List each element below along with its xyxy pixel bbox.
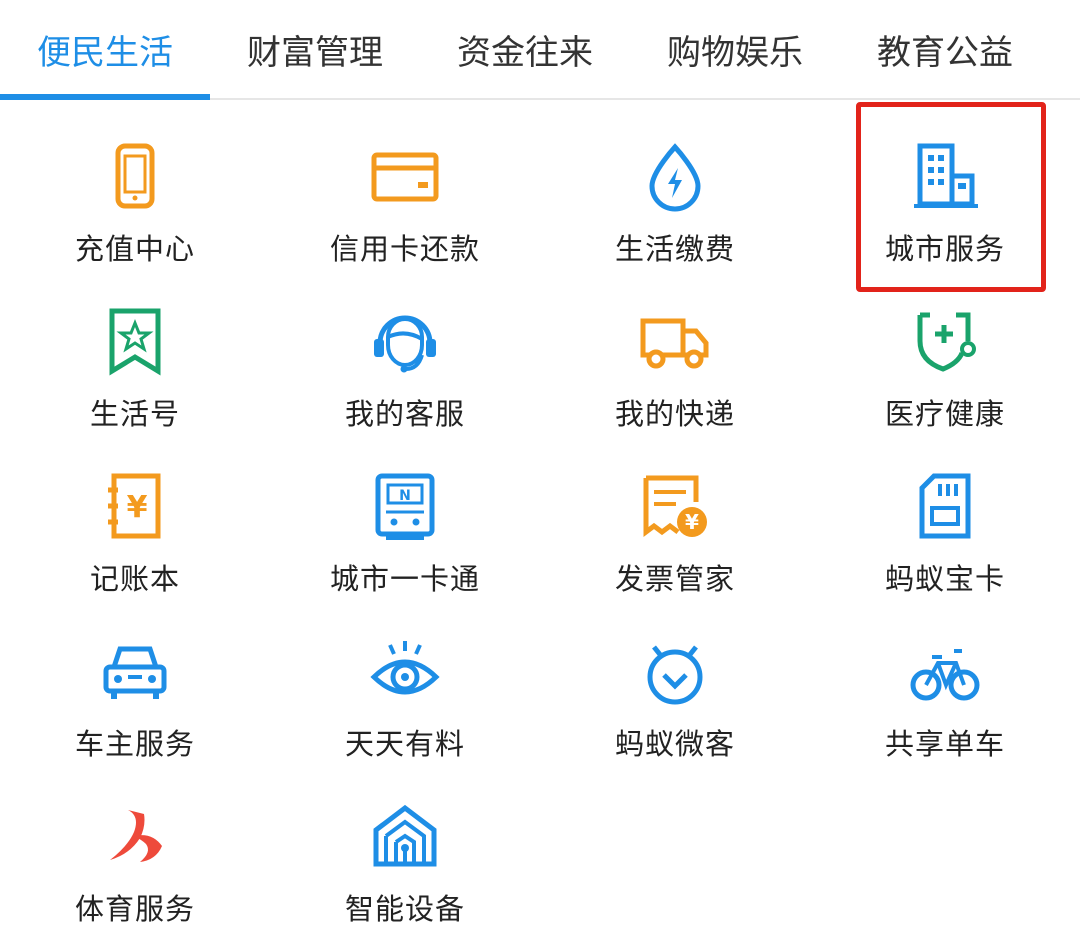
- svg-text:N: N: [399, 488, 411, 504]
- service-my-express[interactable]: 我的快递: [540, 307, 810, 457]
- service-account-book[interactable]: ¥ 记账本: [0, 472, 270, 622]
- service-label: 体育服务: [74, 892, 195, 926]
- service-label: 生活缴费: [614, 232, 735, 266]
- service-daily-feed[interactable]: 天天有料: [270, 637, 540, 787]
- service-smart-devices[interactable]: 智能设备: [270, 802, 540, 952]
- car-icon: [100, 637, 170, 707]
- service-my-customer-service[interactable]: 我的客服: [270, 307, 540, 457]
- headset-icon: [370, 307, 440, 377]
- svg-text:¥: ¥: [127, 490, 148, 525]
- service-label: 蚂蚁宝卡: [884, 562, 1005, 596]
- service-shared-bike[interactable]: 共享单车: [810, 637, 1080, 787]
- tab-convenient-life[interactable]: 便民生活: [0, 0, 210, 98]
- stethoscope-shield-icon: [910, 307, 980, 377]
- service-ant-micro-guest[interactable]: 蚂蚁微客: [540, 637, 810, 787]
- service-utility-payment[interactable]: 生活缴费: [540, 142, 810, 292]
- ant-face-icon: [640, 637, 710, 707]
- service-label: 城市服务: [884, 232, 1005, 266]
- bicycle-icon: [910, 637, 980, 707]
- service-label: 充值中心: [74, 232, 195, 266]
- service-life-account[interactable]: 生活号: [0, 307, 270, 457]
- service-label: 记账本: [89, 562, 180, 596]
- service-sports[interactable]: 体育服务: [0, 802, 270, 952]
- service-medical-health[interactable]: 医疗健康: [810, 307, 1080, 457]
- category-tab-bar: 便民生活 财富管理 资金往来 购物娱乐 教育公益: [0, 0, 1080, 100]
- service-label: 天天有料: [344, 727, 465, 761]
- service-label: 我的快递: [614, 397, 735, 431]
- tab-education-charity[interactable]: 教育公益: [840, 0, 1050, 98]
- building-icon: [910, 142, 980, 212]
- yuan-notebook-icon: ¥: [100, 472, 170, 542]
- sim-card-icon: [910, 472, 980, 542]
- service-invoice-manager[interactable]: ¥ 发票管家: [540, 472, 810, 622]
- service-label: 信用卡还款: [329, 232, 480, 266]
- smart-home-icon: [370, 802, 440, 872]
- water-drop-bolt-icon: [640, 142, 710, 212]
- service-credit-card-repayment[interactable]: 信用卡还款: [270, 142, 540, 292]
- service-label: 蚂蚁微客: [614, 727, 735, 761]
- phone-icon: [100, 142, 170, 212]
- service-city-services[interactable]: 城市服务: [810, 142, 1080, 292]
- tab-fund-transfer[interactable]: 资金往来: [420, 0, 630, 98]
- sports-logo-icon: [100, 802, 170, 872]
- tab-wealth-management[interactable]: 财富管理: [210, 0, 420, 98]
- service-car-owner[interactable]: 车主服务: [0, 637, 270, 787]
- service-label: 共享单车: [884, 727, 1005, 761]
- bookmark-star-icon: [100, 307, 170, 377]
- service-label: 发票管家: [614, 562, 735, 596]
- service-label: 我的客服: [344, 397, 465, 431]
- service-label: 智能设备: [344, 892, 465, 926]
- transit-card-icon: N: [370, 472, 440, 542]
- truck-icon: [640, 307, 710, 377]
- tab-shopping-entertainment[interactable]: 购物娱乐: [630, 0, 840, 98]
- service-recharge-center[interactable]: 充值中心: [0, 142, 270, 292]
- service-city-transit-card[interactable]: N 城市一卡通: [270, 472, 540, 622]
- service-label: 生活号: [89, 397, 180, 431]
- service-label: 城市一卡通: [329, 562, 480, 596]
- svg-text:¥: ¥: [685, 510, 699, 534]
- invoice-icon: ¥: [640, 472, 710, 542]
- service-ant-sim-card[interactable]: 蚂蚁宝卡: [810, 472, 1080, 622]
- eye-icon: [370, 637, 440, 707]
- service-label: 医疗健康: [884, 397, 1005, 431]
- credit-card-icon: [370, 142, 440, 212]
- service-label: 车主服务: [74, 727, 195, 761]
- active-tab-indicator: [0, 94, 210, 100]
